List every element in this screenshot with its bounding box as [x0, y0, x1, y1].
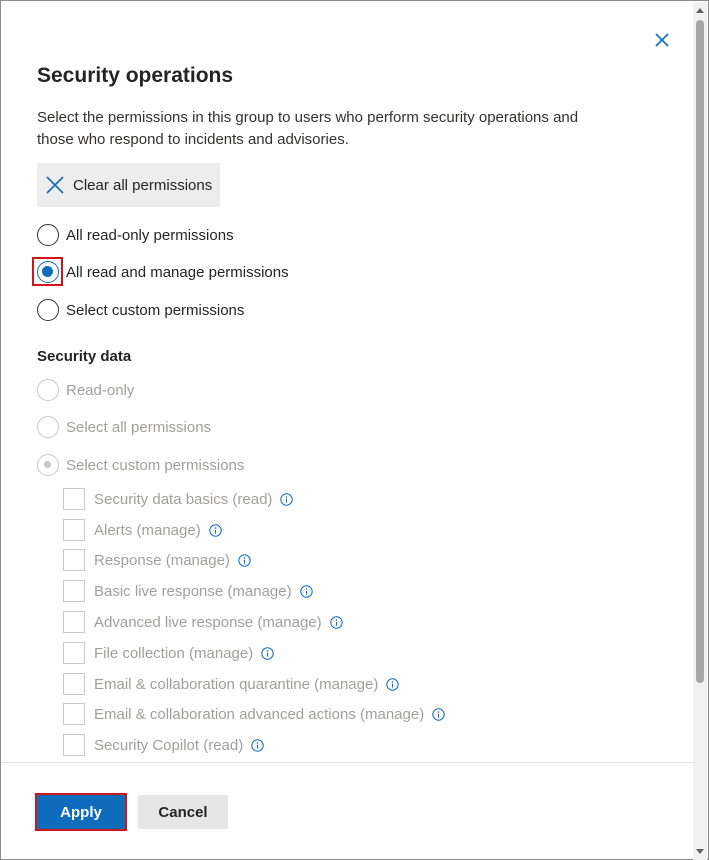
permission-checkbox-row: Security Copilot (read) [63, 734, 264, 756]
permission-label: Security Copilot (read) [94, 736, 244, 754]
radio-all-read-only[interactable]: All read-only permissions [37, 224, 234, 246]
clear-all-permissions-label: Clear all permissions [73, 176, 213, 194]
permission-checkbox [63, 519, 85, 541]
radio-select-all-disabled: Select all permissions [37, 416, 211, 438]
page-title: Security operations [37, 64, 234, 87]
permission-label: Basic live response (manage) [94, 582, 292, 600]
info-icon[interactable] [386, 677, 400, 691]
radio-label: Select custom permissions [66, 301, 245, 319]
info-icon[interactable] [299, 584, 313, 598]
permission-label: Email & collaboration quarantine (manage… [94, 675, 379, 693]
scroll-down-arrow-icon[interactable] [696, 849, 704, 854]
scroll-up-arrow-icon[interactable] [696, 8, 704, 13]
radio-circle-disabled [37, 379, 59, 401]
radio-label: All read-only permissions [66, 226, 234, 244]
permission-checkbox-row: Security data basics (read) [63, 488, 294, 510]
permission-checkbox-row: File collection (manage) [63, 642, 274, 664]
radio-select-custom-disabled: Select custom permissions [37, 454, 244, 476]
permission-label: Alerts (manage) [94, 521, 201, 539]
permission-checkbox [63, 703, 85, 725]
section-heading-security-data: Security data [37, 348, 132, 365]
cancel-button[interactable]: Cancel [138, 795, 228, 829]
radio-label: Select all permissions [66, 418, 212, 436]
close-button[interactable] [649, 27, 675, 53]
radio-circle-disabled-selected [37, 454, 59, 476]
radio-label: All read and manage permissions [66, 263, 289, 281]
permissions-panel: Security operations Select the permissio… [0, 0, 709, 860]
radio-label: Read-only [66, 381, 135, 399]
radio-circle[interactable] [37, 224, 59, 246]
apply-button[interactable]: Apply [35, 793, 127, 831]
vertical-scrollbar[interactable] [693, 2, 707, 860]
permission-checkbox [63, 673, 85, 695]
permission-checkbox-row: Advanced live response (manage) [63, 611, 343, 633]
permission-checkbox [63, 549, 85, 571]
info-icon[interactable] [432, 707, 445, 721]
permission-checkbox-row: Basic live response (manage) [63, 580, 313, 602]
radio-label: Select custom permissions [66, 456, 245, 474]
permission-checkbox [63, 611, 85, 633]
permission-label: Response (manage) [94, 551, 230, 569]
radio-select-custom[interactable]: Select custom permissions [37, 299, 244, 321]
info-icon[interactable] [280, 492, 294, 506]
radio-circle-disabled [37, 416, 59, 438]
radio-circle-selected[interactable] [37, 261, 59, 283]
radio-read-only-disabled: Read-only [37, 379, 134, 401]
close-icon [46, 176, 64, 194]
permission-checkbox-row: Response (manage) [63, 549, 251, 571]
scroll-thumb[interactable] [696, 20, 704, 683]
radio-circle[interactable] [37, 299, 59, 321]
info-icon[interactable] [238, 553, 251, 567]
permission-checkbox [63, 734, 85, 756]
info-icon[interactable] [209, 523, 222, 537]
permission-checkbox-row: Email & collaboration quarantine (manage… [63, 673, 400, 695]
permission-checkbox-row: Email & collaboration advanced actions (… [63, 703, 445, 725]
permission-checkbox-row: Alerts (manage) [63, 519, 222, 541]
permission-label: Security data basics (read) [94, 490, 273, 508]
panel-description: Select the permissions in this group to … [37, 109, 579, 148]
permission-checkbox [63, 580, 85, 602]
info-icon[interactable] [251, 738, 264, 752]
footer-divider [2, 762, 695, 763]
info-icon[interactable] [261, 646, 274, 660]
permission-label: Advanced live response (manage) [94, 613, 322, 631]
close-icon [655, 33, 669, 47]
permission-label: Email & collaboration advanced actions (… [94, 705, 425, 723]
permission-label: File collection (manage) [94, 644, 254, 662]
info-icon[interactable] [329, 615, 343, 629]
permission-checkbox [63, 488, 85, 510]
clear-all-permissions-button[interactable]: Clear all permissions [37, 163, 220, 207]
radio-all-read-and-manage[interactable]: All read and manage permissions [37, 261, 289, 283]
permission-checkbox [63, 642, 85, 664]
